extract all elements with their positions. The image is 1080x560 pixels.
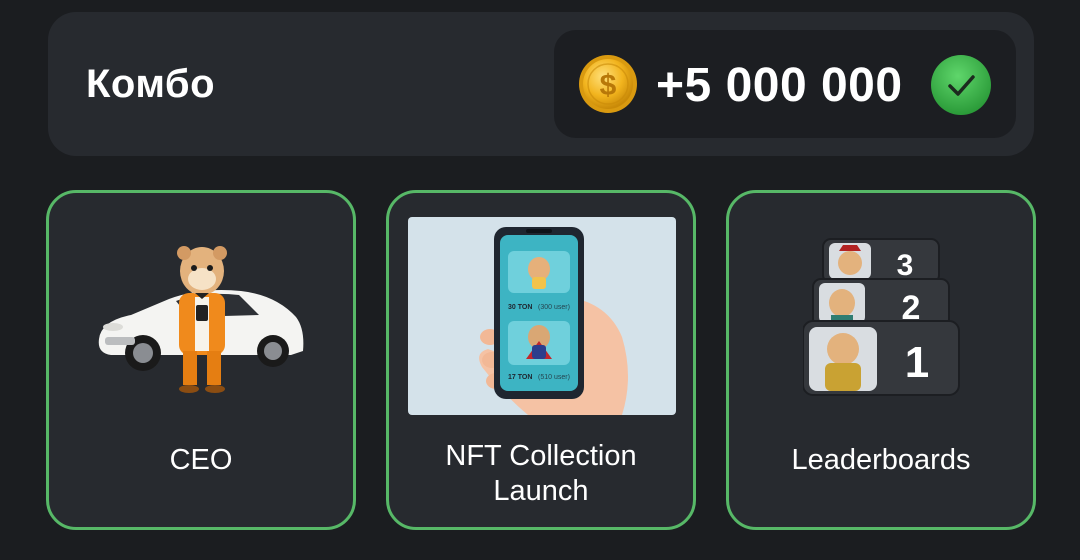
card-label-line-1: NFT Collection	[445, 440, 637, 472]
rank-1-number: 1	[905, 338, 929, 387]
ceo-card-image	[98, 246, 304, 393]
rank-3-number: 3	[897, 249, 914, 282]
combo-title: Комбо	[86, 62, 216, 106]
card-label-line-2: Launch	[493, 475, 589, 507]
leaderboard-card-image: 3 2 1	[803, 238, 960, 396]
combo-bar: Комбо $ +5 000 000	[48, 12, 1034, 156]
card-label-nft-collection-launch: NFT Collection Launch	[389, 439, 693, 509]
nft-price-1: 30 TON (300 user)	[508, 304, 570, 311]
nft-card-image: 30 TON (300 user) 17 TON (510 user)	[408, 217, 676, 415]
combo-reward-box: $ +5 000 000	[554, 30, 1016, 138]
nft-price-2: 17 TON (510 user)	[508, 374, 570, 381]
card-label-ceo: CEO	[169, 444, 233, 476]
combo-card-leaderboards[interactable]: 3 2 1 Leaderboards	[726, 190, 1036, 530]
card-label-leaderboards: Leaderboards	[791, 444, 971, 476]
svg-text:30 TON: 30 TON	[508, 304, 532, 311]
hamster-ceo-image	[177, 246, 227, 393]
svg-text:17 TON: 17 TON	[508, 374, 532, 381]
combo-card-nft-collection-launch[interactable]: 30 TON (300 user) 17 TON (510 user) NFT …	[386, 190, 696, 530]
svg-text:(510 user): (510 user)	[538, 374, 570, 381]
reward-amount: +5 000 000	[656, 59, 903, 112]
coin-icon: $	[579, 55, 637, 113]
checkmark-icon	[931, 55, 991, 115]
combo-card-ceo[interactable]: CEO	[46, 190, 356, 530]
svg-text:$: $	[600, 69, 617, 102]
svg-text:(300 user): (300 user)	[538, 304, 570, 311]
